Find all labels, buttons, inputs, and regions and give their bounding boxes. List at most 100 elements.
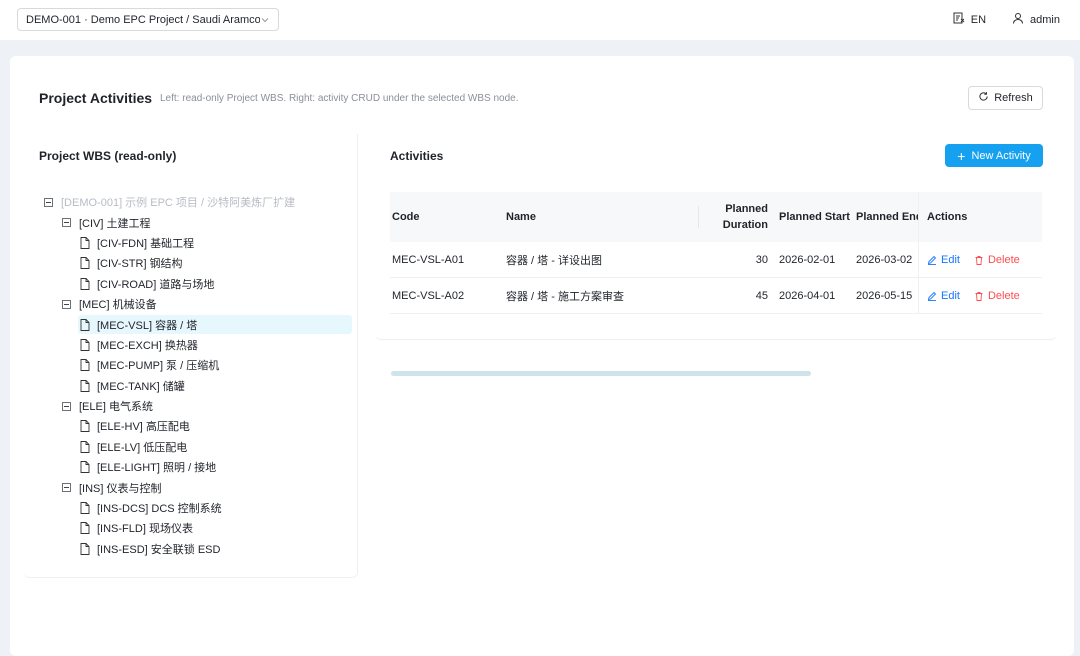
top-bar: DEMO-001 · Demo EPC Project / Saudi Aram…: [0, 0, 1080, 40]
tree-node-label: [MEC-PUMP] 泵 / 压缩机: [97, 360, 220, 373]
cell-name: 容器 / 塔 - 详设出图: [506, 254, 602, 267]
file-icon: [80, 338, 90, 351]
collapse-icon[interactable]: [62, 401, 71, 411]
tree-node-label: [MEC] 机械设备: [79, 299, 157, 312]
col-name[interactable]: Name: [506, 211, 698, 223]
col-actions: Actions: [918, 192, 1034, 242]
project-select-value: DEMO-001 · Demo EPC Project / Saudi Aram…: [26, 13, 260, 26]
chevron-down-icon: [260, 15, 270, 25]
file-icon: [80, 502, 90, 514]
user-menu[interactable]: admin: [1012, 12, 1060, 27]
tree-node-ele-light[interactable]: [ELE-LIGHT] 照明 / 接地: [44, 457, 344, 477]
col-start[interactable]: Planned Start: [768, 211, 856, 223]
collapse-icon[interactable]: [62, 483, 71, 493]
file-icon: [80, 420, 90, 433]
tree-node-label: [ELE-LV] 低压配电: [97, 441, 188, 454]
plus-icon: +: [957, 147, 966, 164]
file-icon: [80, 237, 90, 249]
file-icon: [80, 461, 90, 474]
tree-node-civ-road[interactable]: [CIV-ROAD] 道路与场地: [44, 274, 344, 294]
tree-node-label: [CIV] 土建工程: [79, 217, 151, 230]
tree-node-mec-vsl[interactable]: [MEC-VSL] 容器 / 塔: [44, 314, 352, 334]
cell-duration: 45: [755, 289, 768, 302]
page-subtitle: Left: read-only Project WBS. Right: acti…: [160, 93, 519, 104]
tree-node-root[interactable]: [DEMO-001] 示例 EPC 项目 / 沙特阿美炼厂扩建: [44, 192, 344, 212]
activities-table: Code Name Planned Duration Planned Start…: [390, 192, 1042, 314]
tree-node-ele-hv[interactable]: [ELE-HV] 高压配电: [44, 416, 344, 436]
column-divider: [698, 206, 699, 228]
refresh-button[interactable]: Refresh: [968, 86, 1043, 110]
col-duration-line1: Planned: [725, 203, 768, 215]
tree-node-label: [MEC-EXCH] 换热器: [97, 339, 198, 352]
page-title: Project Activities: [39, 90, 153, 106]
tree-node-ele-lv[interactable]: [ELE-LV] 低压配电: [44, 437, 344, 457]
tree-node-label: [CIV-FDN] 基础工程: [97, 237, 195, 250]
file-icon: [80, 440, 90, 453]
edit-icon: [927, 255, 937, 265]
tree-node-label: [CIV-STR] 钢结构: [97, 258, 183, 271]
tree-node-label: [INS-ESD] 安全联锁 ESD: [97, 543, 221, 556]
table-row: MEC-VSL-A01 容器 / 塔 - 详设出图 30 2026-02-01 …: [390, 242, 1042, 278]
collapse-icon[interactable]: [62, 299, 71, 309]
tree-node-label: [MEC-TANK] 储罐: [97, 380, 185, 393]
col-duration-line2: Duration: [722, 219, 768, 231]
tree-node-label: [MEC-VSL] 容器 / 塔: [97, 319, 198, 332]
file-icon: [80, 379, 90, 392]
translate-icon: [953, 12, 965, 27]
file-icon: [80, 318, 90, 331]
tree-node-ele[interactable]: [ELE] 电气系统: [44, 396, 344, 416]
file-icon: [80, 257, 90, 270]
file-icon: [80, 277, 90, 290]
cell-actions: Edit Delete: [918, 278, 1034, 313]
horizontal-scrollbar[interactable]: [391, 371, 811, 376]
edit-label: Edit: [941, 289, 960, 302]
tree-node-label: [DEMO-001] 示例 EPC 项目 / 沙特阿美炼厂扩建: [61, 197, 296, 210]
cell-end: 2026-03-02: [856, 253, 913, 266]
table-row: MEC-VSL-A02 容器 / 塔 - 施工方案审查 45 2026-04-0…: [390, 278, 1042, 314]
tree-node-mec[interactable]: [MEC] 机械设备: [44, 294, 344, 314]
cell-code: MEC-VSL-A02: [392, 289, 465, 302]
wbs-panel: Project WBS (read-only) [DEMO-001] 示例 EP…: [24, 134, 358, 578]
refresh-icon: [978, 91, 989, 105]
user-name: admin: [1030, 13, 1060, 26]
tree-node-ins[interactable]: [INS] 仪表与控制: [44, 477, 344, 497]
col-code[interactable]: Code: [390, 211, 506, 223]
cell-duration: 30: [755, 253, 768, 266]
tree-node-ins-esd[interactable]: [INS-ESD] 安全联锁 ESD: [44, 539, 344, 559]
edit-label: Edit: [941, 253, 960, 266]
activities-title: Activities: [390, 149, 444, 163]
tree-node-label: [INS] 仪表与控制: [79, 482, 162, 495]
tree-node-mec-exch[interactable]: [MEC-EXCH] 换热器: [44, 335, 344, 355]
file-icon: [80, 522, 90, 535]
table-header: Code Name Planned Duration Planned Start…: [390, 192, 1042, 242]
edit-button[interactable]: Edit: [927, 290, 960, 302]
wbs-title: Project WBS (read-only): [39, 149, 177, 163]
project-select[interactable]: DEMO-001 · Demo EPC Project / Saudi Aram…: [17, 8, 279, 31]
language-switch[interactable]: EN: [953, 12, 986, 27]
collapse-icon[interactable]: [62, 218, 71, 228]
tree-node-label: [INS-DCS] DCS 控制系统: [97, 503, 222, 516]
cell-end: 2026-05-15: [856, 289, 913, 302]
tree-node-mec-pump[interactable]: [MEC-PUMP] 泵 / 压缩机: [44, 355, 344, 375]
tree-node-civ-fdn[interactable]: [CIV-FDN] 基础工程: [44, 233, 344, 253]
cell-name: 容器 / 塔 - 施工方案审查: [506, 290, 624, 303]
tree-node-civ-str[interactable]: [CIV-STR] 钢结构: [44, 253, 344, 273]
tree-node-label: [ELE-HV] 高压配电: [97, 421, 190, 434]
delete-button[interactable]: Delete: [974, 254, 1020, 266]
tree-node-civ[interactable]: [CIV] 土建工程: [44, 212, 344, 232]
cell-start: 2026-02-01: [779, 253, 836, 266]
col-actions-label: Actions: [927, 211, 968, 223]
tree-node-ins-fld[interactable]: [INS-FLD] 现场仪表: [44, 518, 344, 538]
collapse-icon[interactable]: [44, 197, 53, 207]
new-activity-label: New Activity: [971, 149, 1031, 162]
col-duration[interactable]: Planned Duration: [698, 201, 768, 233]
main-card: Project Activities Left: read-only Proje…: [10, 56, 1074, 656]
col-end[interactable]: Planned End: [856, 211, 918, 223]
tree-node-ins-dcs[interactable]: [INS-DCS] DCS 控制系统: [44, 498, 344, 518]
new-activity-button[interactable]: + New Activity: [945, 144, 1043, 167]
edit-button[interactable]: Edit: [927, 254, 960, 266]
delete-label: Delete: [987, 253, 1020, 266]
user-icon: [1012, 12, 1024, 27]
tree-node-mec-tank[interactable]: [MEC-TANK] 储罐: [44, 376, 344, 396]
delete-button[interactable]: Delete: [974, 290, 1020, 302]
